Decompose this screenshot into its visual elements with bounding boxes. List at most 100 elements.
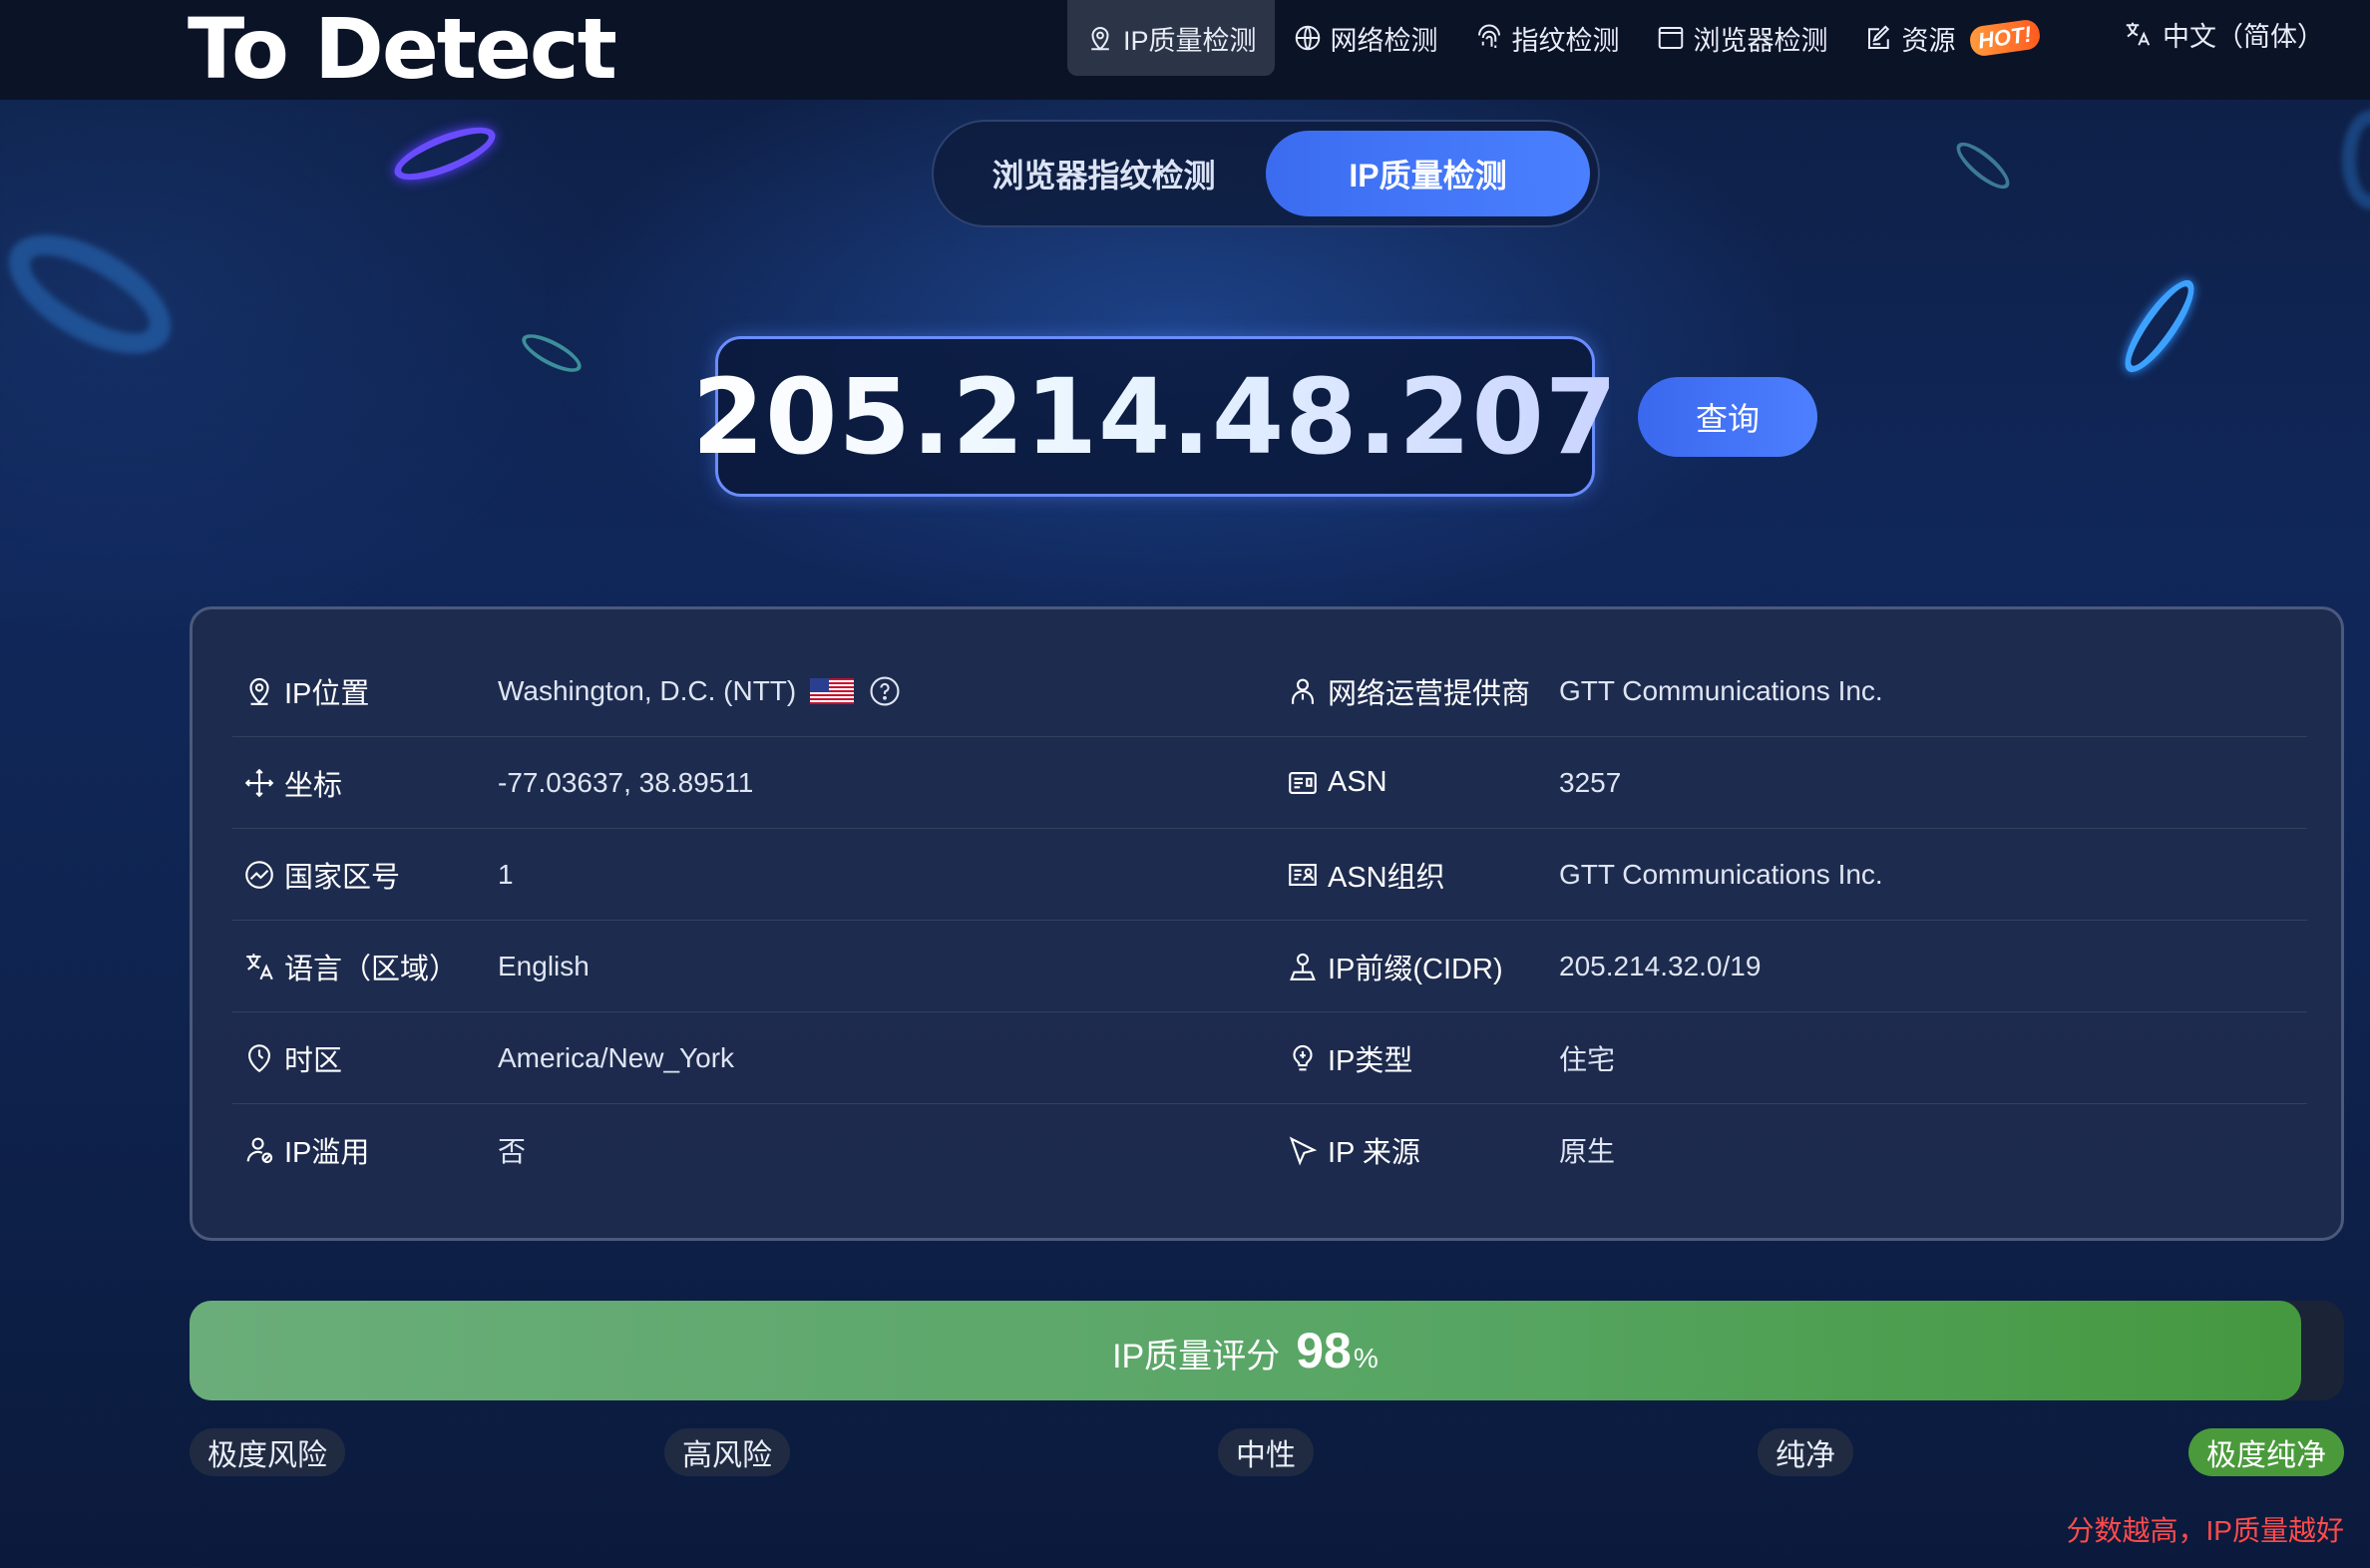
info-cell-language: 语言（区域） English [232, 921, 1270, 1011]
info-label: IP位置 [284, 677, 370, 710]
info-cell-isp: 网络运营提供商 GTT Communications Inc. [1270, 645, 2307, 736]
lightbulb-icon [1293, 1044, 1313, 1070]
score-label-group: IP质量评分 98 % [1112, 1322, 1379, 1379]
hot-badge: HOT! [1967, 18, 2042, 58]
info-row: 坐标 -77.03637, 38.89511 ASN 3257 [232, 737, 2307, 829]
nav-ip-quality[interactable]: IP质量检测 [1067, 0, 1275, 76]
ip-info-card: IP位置 Washington, D.C. (NTT) 网络运营提供商 GTT … [190, 606, 2344, 1241]
info-value: 原生 [1559, 1136, 1616, 1167]
level-neutral: 中性 [1218, 1428, 1314, 1476]
decor-ring [517, 326, 587, 380]
translate-icon [2126, 22, 2151, 46]
info-cell-ip-type: IP类型 住宅 [1270, 1012, 2307, 1103]
score-unit: % [1353, 1343, 1379, 1373]
globe-icon [1295, 25, 1320, 51]
info-label: IP 来源 [1328, 1137, 1420, 1169]
user-abuse-icon [246, 1137, 273, 1164]
main-nav: IP质量检测 网络检测 指纹检测 浏览器检测 资源 HOT! [1067, 0, 2057, 76]
nav-network[interactable]: 网络检测 [1275, 0, 1456, 76]
decor-ring [2342, 110, 2370, 209]
tab-browser-fingerprint[interactable]: 浏览器指纹检测 [942, 131, 1266, 216]
language-label: 中文（简体） [2163, 21, 2324, 52]
info-row: 语言（区域） English IP前缀(CIDR) 205.214.32.0/1… [232, 921, 2307, 1012]
info-row: IP位置 Washington, D.C. (NTT) 网络运营提供商 GTT … [232, 645, 2307, 737]
nav-label: 网络检测 [1330, 25, 1438, 56]
level-extreme-risk: 极度风险 [190, 1428, 345, 1476]
info-label: 语言（区域） [284, 953, 459, 985]
location-pin-icon [1091, 27, 1109, 51]
query-button[interactable]: 查询 [1638, 377, 1817, 457]
info-value: GTT Communications Inc. [1559, 674, 1883, 706]
translate-icon [246, 953, 273, 980]
info-label: IP类型 [1328, 1044, 1413, 1077]
score-label: IP质量评分 [1112, 1338, 1281, 1375]
info-value: 3257 [1559, 766, 1622, 798]
ip-value: 205.214.48.207 [691, 355, 1619, 478]
info-cell-country-code: 国家区号 1 [232, 829, 1270, 920]
nav-fingerprint[interactable]: 指纹检测 [1456, 0, 1638, 76]
edit-document-icon [1867, 25, 1889, 49]
us-flag-icon [810, 677, 855, 704]
nav-resources[interactable]: 资源 HOT! [1846, 0, 2058, 76]
info-label: 国家区号 [284, 861, 401, 894]
info-cell-timezone: 时区 America/New_York [232, 1012, 1270, 1103]
info-row: 时区 America/New_York IP类型 住宅 [232, 1012, 2307, 1104]
browser-window-icon [1658, 27, 1683, 49]
tab-ip-quality[interactable]: IP质量检测 [1266, 131, 1590, 216]
info-label: IP滥用 [284, 1137, 370, 1169]
info-row: IP滥用 否 IP 来源 原生 [232, 1104, 2307, 1196]
person-icon [1292, 678, 1314, 704]
info-value: Washington, D.C. (NTT) [498, 674, 797, 706]
nav-label: 浏览器检测 [1693, 25, 1828, 56]
info-label: 时区 [284, 1044, 343, 1077]
level-extremely-clean: 极度纯净 [2188, 1428, 2344, 1476]
ip-quality-score-bar: IP质量评分 98 % [190, 1301, 2344, 1400]
info-value: 否 [498, 1136, 527, 1167]
nav-browser[interactable]: 浏览器检测 [1638, 0, 1846, 76]
nav-label: IP质量检测 [1123, 25, 1257, 56]
level-high-risk: 高风险 [664, 1428, 790, 1476]
info-cell-coordinates: 坐标 -77.03637, 38.89511 [232, 737, 1270, 828]
id-card-icon [1289, 771, 1317, 794]
cursor-arrow-icon [1289, 1136, 1318, 1166]
info-value: -77.03637, 38.89511 [498, 766, 754, 798]
decor-ring [2114, 271, 2205, 381]
score-bar-fill: IP质量评分 98 % [190, 1301, 2301, 1400]
level-clean: 纯净 [1758, 1428, 1853, 1476]
question-circle-icon[interactable] [868, 674, 902, 708]
info-cell-cidr: IP前缀(CIDR) 205.214.32.0/19 [1270, 921, 2307, 1011]
location-pin-icon [249, 677, 269, 705]
info-label: ASN [1328, 766, 1387, 798]
decor-ring [388, 117, 502, 191]
dashboard-gauge-icon [245, 860, 273, 889]
info-cell-asn-org: ASN组织 GTT Communications Inc. [1270, 829, 2307, 920]
info-value: 住宅 [1559, 1043, 1616, 1075]
info-label: 坐标 [284, 769, 343, 802]
info-value: GTT Communications Inc. [1559, 858, 1883, 890]
fingerprint-icon [1477, 24, 1500, 48]
score-hint: 分数越高，IP质量越好 [2066, 1515, 2344, 1546]
decor-ring [1950, 135, 2016, 196]
top-navigation-bar: To Detect IP质量检测 网络检测 指纹检测 浏览器检测 资源 HOT!… [0, 0, 2370, 100]
info-value: English [498, 950, 590, 981]
organization-card-icon [1289, 863, 1317, 886]
info-label: IP前缀(CIDR) [1328, 953, 1503, 985]
info-cell-asn: ASN 3257 [1270, 737, 2307, 828]
nav-label: 指纹检测 [1511, 25, 1620, 56]
info-value: 1 [498, 858, 514, 890]
info-label: ASN组织 [1328, 861, 1445, 894]
info-label: 网络运营提供商 [1328, 677, 1531, 710]
clock-icon [248, 1043, 270, 1072]
site-logo[interactable]: To Detect [188, 4, 617, 94]
detection-mode-switch: 浏览器指纹检测 IP质量检测 [932, 120, 1600, 227]
info-row: 国家区号 1 ASN组织 GTT Communications Inc. [232, 829, 2307, 921]
info-cell-ip-source: IP 来源 原生 [1270, 1104, 2307, 1196]
ip-input[interactable]: 205.214.48.207 [692, 336, 1617, 497]
nav-label: 资源 [1901, 25, 1956, 56]
language-selector[interactable]: 中文（简体） [2123, 0, 2324, 68]
info-value: 205.214.32.0/19 [1559, 950, 1762, 981]
score-value: 98 [1296, 1323, 1352, 1378]
decor-ring [0, 210, 191, 378]
info-cell-ip-location: IP位置 Washington, D.C. (NTT) [232, 645, 1270, 736]
user-pin-icon [1290, 953, 1316, 980]
